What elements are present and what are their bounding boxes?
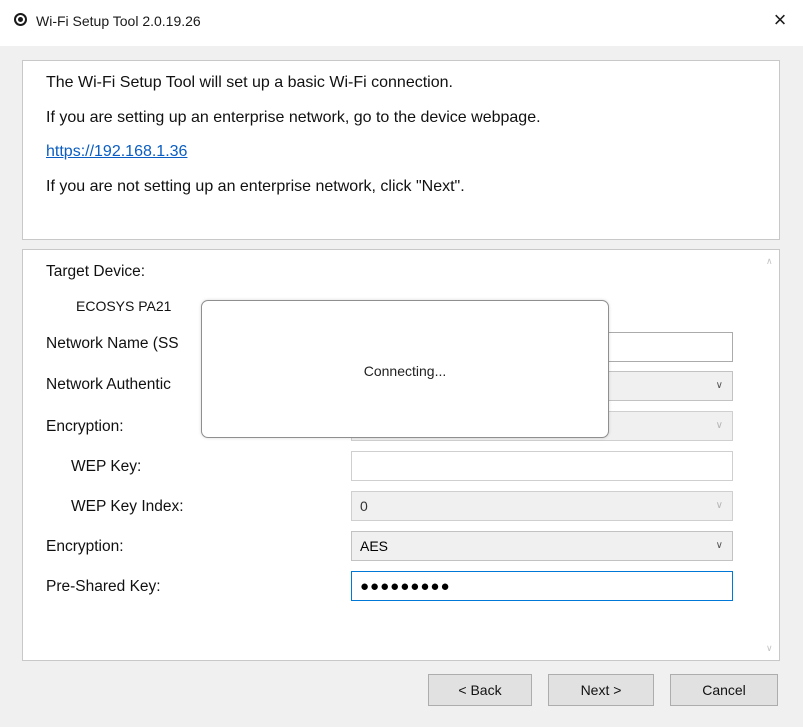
info-panel: The Wi-Fi Setup Tool will set up a basic… <box>22 60 780 240</box>
info-line-3: If you are not setting up an enterprise … <box>46 178 465 195</box>
scroll-up-icon[interactable]: ∧ <box>766 256 773 267</box>
form-scrollbar[interactable]: ∧ ∨ <box>762 250 779 660</box>
window-title: Wi-Fi Setup Tool 2.0.19.26 <box>36 13 201 29</box>
wep-key-label: WEP Key: <box>71 458 142 475</box>
chevron-down-icon: ∨ <box>715 500 723 511</box>
next-button[interactable]: Next > <box>548 674 654 706</box>
connecting-dialog: Connecting... <box>201 300 609 438</box>
wep-key-index-label: WEP Key Index: <box>71 498 184 515</box>
network-auth-label: Network Authentic <box>46 376 171 393</box>
back-button[interactable]: < Back <box>428 674 532 706</box>
title-bar: Wi-Fi Setup Tool 2.0.19.26 × <box>0 0 803 46</box>
encryption-2-value: AES <box>360 538 389 554</box>
chevron-down-icon: ∨ <box>715 380 723 391</box>
pre-shared-key-input[interactable]: ●●●●●●●●● <box>351 571 733 601</box>
app-icon <box>14 13 27 26</box>
target-device-label: Target Device: <box>46 263 146 280</box>
info-line-2: If you are setting up an enterprise netw… <box>46 109 541 126</box>
pre-shared-key-value: ●●●●●●●●● <box>360 578 451 595</box>
device-webpage-link[interactable]: https://192.168.1.36 <box>46 143 187 161</box>
encryption-1-label: Encryption: <box>46 418 124 435</box>
network-name-label: Network Name (SS <box>46 335 179 352</box>
close-button[interactable]: × <box>757 0 803 40</box>
chevron-down-icon: ∨ <box>715 540 723 551</box>
encryption-2-select[interactable]: AES ∨ <box>351 531 733 561</box>
target-device-value: ECOSYS PA21 <box>76 298 172 314</box>
wep-key-input <box>351 451 733 481</box>
connecting-message: Connecting... <box>363 363 447 379</box>
encryption-2-label: Encryption: <box>46 538 124 555</box>
close-icon: × <box>773 7 787 32</box>
wep-key-index-value: 0 <box>360 498 368 514</box>
scroll-down-icon[interactable]: ∨ <box>766 643 773 654</box>
pre-shared-key-label: Pre-Shared Key: <box>46 578 161 595</box>
wep-key-index-select: 0 ∨ <box>351 491 733 521</box>
chevron-down-icon: ∨ <box>715 420 723 431</box>
info-line-1: The Wi-Fi Setup Tool will set up a basic… <box>46 74 453 91</box>
cancel-button[interactable]: Cancel <box>670 674 778 706</box>
